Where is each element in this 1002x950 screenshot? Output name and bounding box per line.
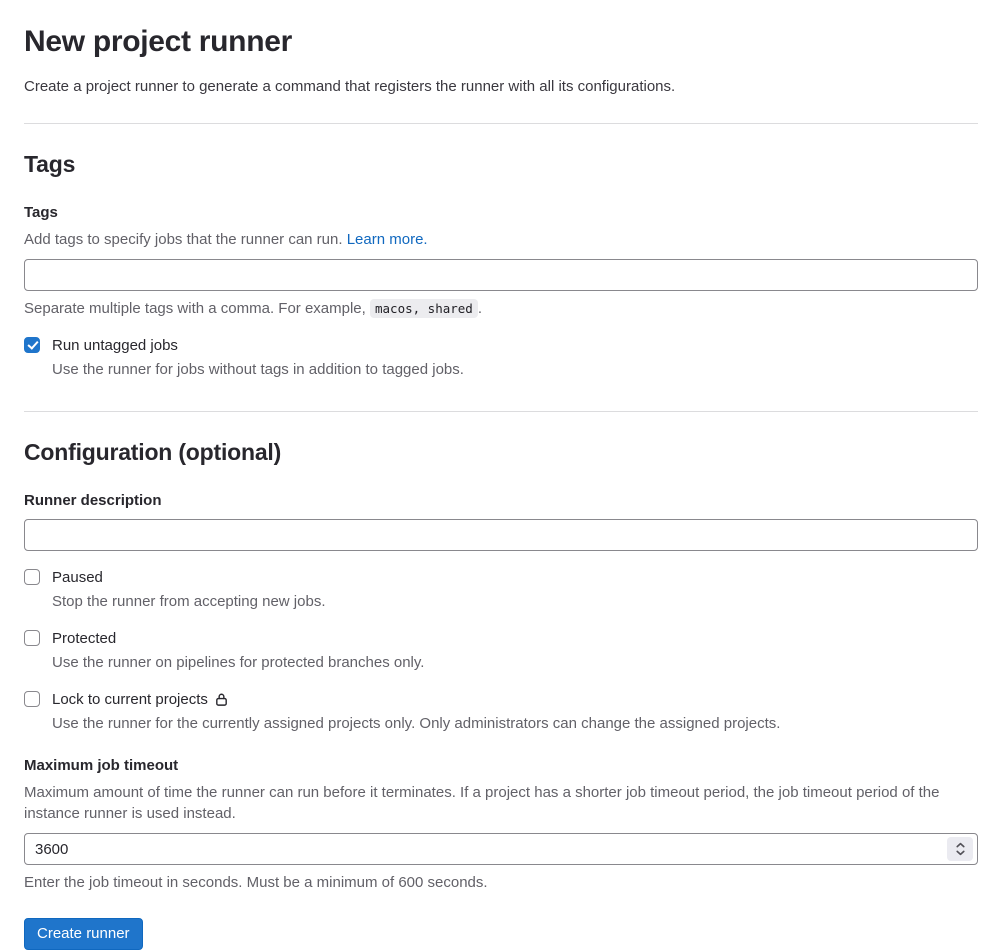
- timeout-input-wrap: [24, 833, 978, 865]
- protected-checkbox[interactable]: [24, 630, 40, 646]
- configuration-section-heading: Configuration (optional): [24, 439, 978, 467]
- run-untagged-label[interactable]: Run untagged jobs: [52, 336, 178, 356]
- divider: [24, 411, 978, 412]
- tags-input[interactable]: [24, 259, 978, 291]
- protected-description: Use the runner on pipelines for protecte…: [52, 652, 424, 673]
- lock-to-projects-checkbox[interactable]: [24, 691, 40, 707]
- lock-icon: [214, 692, 229, 707]
- runner-description-field-group: Runner description: [24, 491, 978, 552]
- number-stepper-icon[interactable]: [947, 837, 973, 861]
- paused-description: Stop the runner from accepting new jobs.: [52, 591, 326, 612]
- runner-description-input[interactable]: [24, 519, 978, 551]
- tags-label: Tags: [24, 203, 978, 223]
- run-untagged-description: Use the runner for jobs without tags in …: [52, 359, 464, 380]
- tags-example-code: macos, shared: [370, 299, 478, 318]
- tags-section-heading: Tags: [24, 151, 978, 179]
- divider: [24, 123, 978, 124]
- timeout-input[interactable]: [24, 833, 978, 865]
- timeout-field-group: Maximum job timeout Maximum amount of ti…: [24, 756, 978, 894]
- create-runner-button[interactable]: Create runner: [24, 918, 143, 950]
- protected-checkbox-group: Protected Use the runner on pipelines fo…: [24, 629, 978, 673]
- tags-help-below: Separate multiple tags with a comma. For…: [24, 298, 978, 319]
- run-untagged-checkbox[interactable]: [24, 337, 40, 353]
- timeout-description: Maximum amount of time the runner can ru…: [24, 782, 978, 824]
- tags-help-above: Add tags to specify jobs that the runner…: [24, 229, 978, 250]
- runner-description-label: Runner description: [24, 491, 978, 511]
- page-subtitle: Create a project runner to generate a co…: [24, 76, 978, 97]
- new-project-runner-form: New project runner Create a project runn…: [0, 25, 1002, 950]
- run-untagged-checkbox-group: Run untagged jobs Use the runner for job…: [24, 336, 978, 380]
- lock-to-projects-checkbox-group: Lock to current projects Use the runner …: [24, 690, 978, 734]
- learn-more-link[interactable]: Learn more.: [347, 231, 428, 248]
- lock-to-projects-label[interactable]: Lock to current projects: [52, 690, 208, 710]
- timeout-label: Maximum job timeout: [24, 756, 978, 776]
- tags-field-group: Tags Add tags to specify jobs that the r…: [24, 203, 978, 320]
- page-title: New project runner: [24, 25, 978, 58]
- paused-label[interactable]: Paused: [52, 568, 103, 588]
- lock-to-projects-description: Use the runner for the currently assigne…: [52, 713, 780, 734]
- timeout-help: Enter the job timeout in seconds. Must b…: [24, 872, 978, 893]
- protected-label[interactable]: Protected: [52, 629, 116, 649]
- paused-checkbox-group: Paused Stop the runner from accepting ne…: [24, 568, 978, 612]
- paused-checkbox[interactable]: [24, 569, 40, 585]
